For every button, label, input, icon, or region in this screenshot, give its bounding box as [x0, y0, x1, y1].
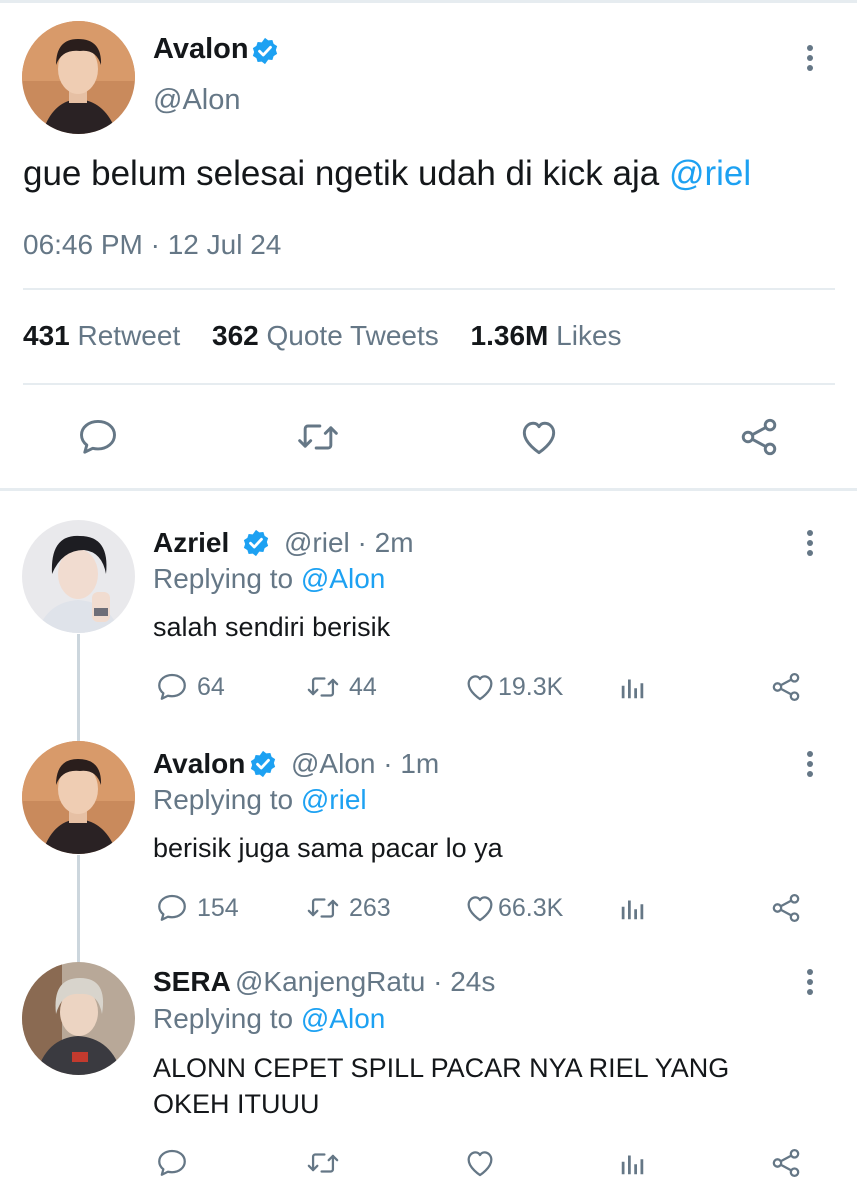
reply-handle-time[interactable]: @riel · 2m — [284, 527, 414, 559]
more-icon[interactable] — [807, 45, 815, 75]
retweet-count[interactable]: 431 — [23, 320, 70, 351]
retweet-label[interactable]: Retweet — [78, 320, 181, 351]
reply-icon[interactable] — [76, 415, 120, 459]
avatar-avalon[interactable] — [22, 741, 135, 854]
reply-name[interactable]: Avalon — [153, 748, 245, 780]
like-icon[interactable] — [517, 415, 561, 459]
reply-count: 154 — [197, 894, 239, 922]
thread-line — [77, 855, 80, 963]
reply-handle-time[interactable]: @KanjengRatu · 24s — [235, 966, 495, 998]
retweet-icon[interactable] — [305, 891, 341, 925]
divider — [23, 288, 835, 290]
tweet-stats: 431 Retweet 362 Quote Tweets 1.36M Likes — [23, 320, 646, 352]
more-icon[interactable] — [807, 751, 815, 781]
quote-count[interactable]: 362 — [212, 320, 259, 351]
replying-mention[interactable]: @riel — [301, 784, 367, 815]
main-tweet-handle[interactable]: @Alon — [153, 84, 240, 117]
likes-label[interactable]: Likes — [556, 320, 621, 351]
like-count: 19.3K — [498, 673, 564, 701]
analytics-icon[interactable] — [618, 671, 648, 703]
reply-handle-time[interactable]: @Alon · 1m — [291, 748, 439, 780]
verified-badge-icon — [248, 749, 278, 779]
like-count: 66.3K — [498, 894, 564, 922]
retweet-icon[interactable] — [305, 670, 341, 704]
verified-badge-icon — [250, 36, 280, 66]
like-icon[interactable] — [462, 670, 498, 704]
reply-icon[interactable] — [155, 1146, 189, 1180]
analytics-icon[interactable] — [618, 892, 648, 924]
replying-to: Replying to @riel — [153, 784, 367, 816]
mention-link[interactable]: @riel — [669, 154, 751, 193]
avatar-avalon[interactable] — [22, 21, 135, 134]
replying-label: Replying to — [153, 563, 301, 594]
reply-name[interactable]: SERA — [153, 966, 231, 998]
main-tweet-body: gue belum selesai ngetik udah di kick aj… — [23, 154, 669, 193]
replying-label: Replying to — [153, 784, 301, 815]
share-icon[interactable] — [769, 891, 803, 925]
replying-mention[interactable]: @Alon — [301, 563, 385, 594]
avatar-azriel[interactable] — [22, 520, 135, 633]
reply-icon[interactable] — [155, 670, 189, 704]
divider — [23, 383, 835, 385]
like-icon[interactable] — [462, 891, 498, 925]
reply-text: ALONN CEPET SPILL PACAR NYA RIEL YANG OK… — [153, 1050, 729, 1122]
quote-label[interactable]: Quote Tweets — [267, 320, 439, 351]
thread-line — [77, 634, 80, 742]
replying-to: Replying to @Alon — [153, 563, 385, 595]
reply-text-line: ALONN CEPET SPILL PACAR NYA RIEL YANG — [153, 1053, 730, 1083]
replying-label: Replying to — [153, 1003, 301, 1034]
avatar-sera[interactable] — [22, 962, 135, 1075]
share-icon[interactable] — [737, 415, 781, 459]
section-divider — [0, 488, 857, 491]
replying-mention[interactable]: @Alon — [301, 1003, 385, 1034]
retweet-icon[interactable] — [305, 1146, 341, 1180]
reply-icon[interactable] — [155, 891, 189, 925]
like-icon[interactable] — [462, 1146, 498, 1180]
reply-count: 64 — [197, 673, 225, 701]
likes-count[interactable]: 1.36M — [471, 320, 549, 351]
retweet-count: 263 — [349, 894, 391, 922]
retweet-icon[interactable] — [296, 415, 340, 459]
timestamp[interactable]: 06:46 PM · 12 Jul 24 — [23, 229, 281, 261]
verified-badge-icon — [241, 528, 271, 558]
top-border — [0, 0, 857, 3]
more-icon[interactable] — [807, 530, 815, 560]
share-icon[interactable] — [769, 670, 803, 704]
reply-text: berisik juga sama pacar lo ya — [153, 833, 503, 863]
share-icon[interactable] — [769, 1146, 803, 1180]
reply-name[interactable]: Azriel — [153, 527, 229, 559]
reply-text-line: OKEH ITUUU — [153, 1089, 320, 1119]
main-tweet-name[interactable]: Avalon — [153, 33, 249, 66]
analytics-icon[interactable] — [618, 1147, 648, 1179]
retweet-count: 44 — [349, 673, 377, 701]
main-tweet-text: gue belum selesai ngetik udah di kick aj… — [23, 154, 751, 194]
replying-to: Replying to @Alon — [153, 1003, 385, 1035]
more-icon[interactable] — [807, 969, 815, 999]
reply-text: salah sendiri berisik — [153, 612, 391, 642]
